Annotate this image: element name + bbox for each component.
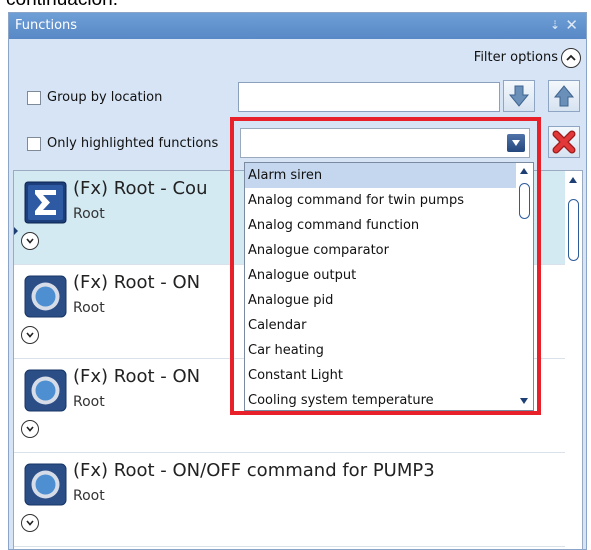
function-type-select[interactable] bbox=[240, 128, 530, 158]
panel-title: Functions bbox=[15, 18, 78, 33]
red-x-icon bbox=[552, 130, 576, 154]
arrow-down-icon bbox=[508, 85, 530, 107]
pump-icon bbox=[24, 275, 67, 318]
dropdown-option[interactable]: Analog command for twin pumps bbox=[245, 188, 517, 213]
expand-row-button[interactable] bbox=[21, 514, 39, 532]
function-row[interactable]: (Fx) Root - ON/OFF command for PUMP3 Roo… bbox=[14, 453, 566, 547]
function-location: Root bbox=[73, 488, 105, 504]
only-highlighted-option[interactable]: Only highlighted functions bbox=[27, 136, 218, 151]
panel-titlebar: Functions ⇣ ✕ bbox=[9, 13, 586, 39]
dropdown-scrollbar[interactable] bbox=[516, 163, 533, 410]
function-title: (Fx) Root - ON bbox=[73, 366, 201, 387]
list-scroll-thumb[interactable] bbox=[568, 199, 579, 261]
chevron-up-icon bbox=[566, 54, 576, 61]
dropdown-option[interactable]: Alarm siren bbox=[245, 163, 517, 188]
dropdown-option[interactable]: Analogue comparator bbox=[245, 238, 517, 263]
function-title: (Fx) Root - Cou bbox=[73, 178, 208, 199]
group-by-location-checkbox[interactable] bbox=[27, 90, 41, 105]
arrow-up-icon bbox=[553, 85, 575, 107]
expand-row-button[interactable] bbox=[21, 326, 39, 344]
sigma-icon bbox=[24, 181, 67, 224]
only-highlighted-checkbox[interactable] bbox=[27, 136, 41, 151]
pump-icon bbox=[24, 463, 67, 506]
expand-row-button[interactable] bbox=[21, 420, 39, 438]
function-location: Root bbox=[73, 300, 105, 316]
dropdown-option[interactable]: Analog command function bbox=[245, 213, 517, 238]
expand-row-button[interactable] bbox=[21, 232, 39, 250]
scroll-up-icon[interactable] bbox=[569, 177, 577, 183]
location-input[interactable] bbox=[238, 82, 500, 112]
dropdown-scroll-thumb[interactable] bbox=[519, 183, 530, 219]
dropdown-option[interactable]: Constant Light bbox=[245, 363, 517, 388]
dropdown-option[interactable]: Analogue output bbox=[245, 263, 517, 288]
dropdown-option[interactable]: Car heating bbox=[245, 338, 517, 363]
pump-icon bbox=[24, 369, 67, 412]
chevron-down-icon bbox=[26, 426, 34, 432]
dropdown-arrow-icon[interactable] bbox=[507, 134, 525, 152]
clear-filter-button[interactable] bbox=[548, 126, 580, 158]
chevron-down-icon bbox=[26, 238, 34, 244]
only-highlighted-label: Only highlighted functions bbox=[47, 136, 219, 151]
pin-icon[interactable]: ⇣ bbox=[550, 18, 560, 32]
dropdown-option[interactable]: Calendar bbox=[245, 313, 517, 338]
function-type-dropdown[interactable]: Alarm siren Analog command for twin pump… bbox=[244, 162, 534, 411]
filter-collapse-button[interactable] bbox=[561, 48, 581, 68]
scroll-down-icon[interactable] bbox=[520, 398, 528, 404]
close-icon[interactable]: ✕ bbox=[565, 16, 578, 34]
group-by-location-label: Group by location bbox=[47, 90, 163, 105]
move-down-button[interactable] bbox=[503, 80, 535, 112]
function-location: Root bbox=[73, 394, 105, 410]
cut-heading: continuación: bbox=[6, 0, 118, 11]
move-up-button[interactable] bbox=[548, 80, 580, 112]
function-location: Root bbox=[73, 206, 105, 222]
filter-options-link[interactable]: Filter options bbox=[474, 50, 558, 65]
group-by-location-option[interactable]: Group by location bbox=[27, 90, 162, 105]
list-scrollbar[interactable] bbox=[565, 171, 582, 549]
function-title: (Fx) Root - ON/OFF command for PUMP3 bbox=[73, 460, 435, 481]
current-row-marker bbox=[14, 227, 18, 235]
dropdown-option[interactable]: Analogue pid bbox=[245, 288, 517, 313]
chevron-down-icon bbox=[26, 520, 34, 526]
dropdown-option[interactable]: Cooling system temperature bbox=[245, 388, 517, 410]
scroll-up-icon[interactable] bbox=[520, 168, 528, 174]
chevron-down-icon bbox=[26, 332, 34, 338]
function-title: (Fx) Root - ON bbox=[73, 272, 201, 293]
